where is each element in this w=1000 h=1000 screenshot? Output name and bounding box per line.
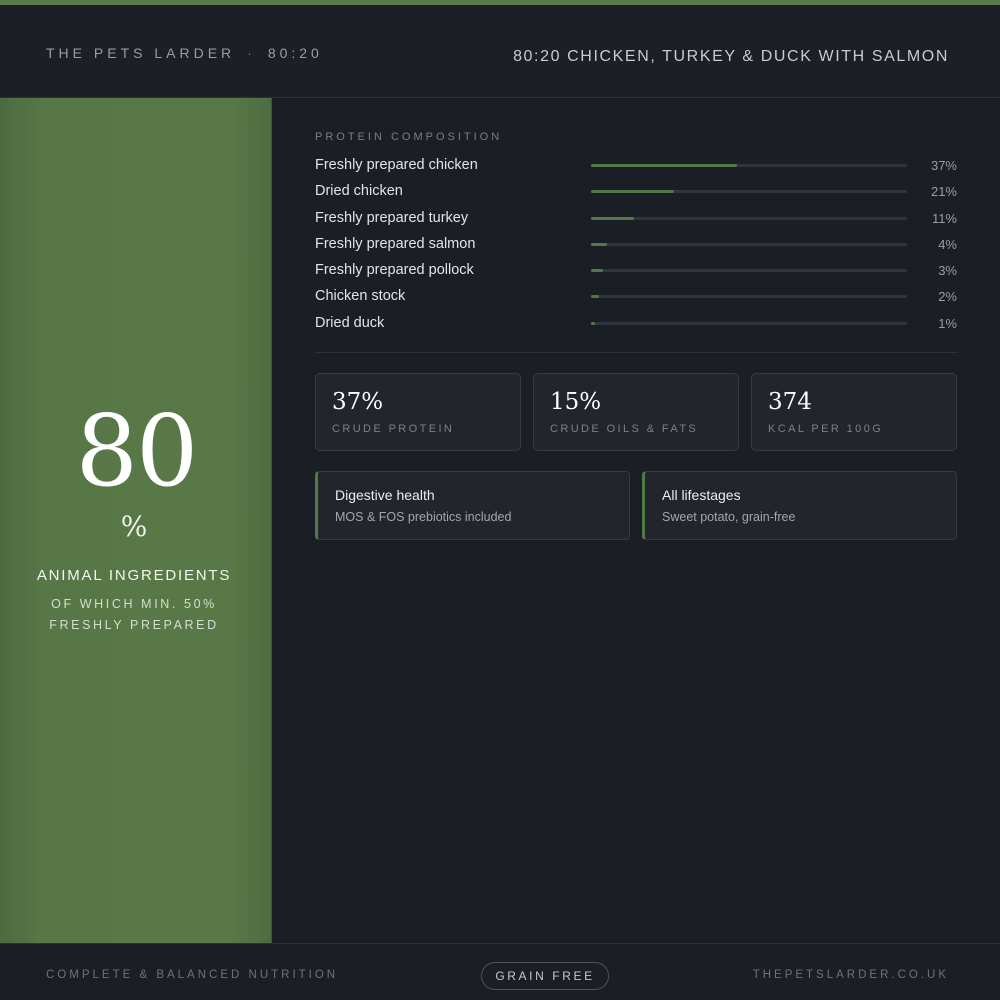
feature-card-lifestages: All lifestages Sweet potato, grain-free <box>642 471 957 540</box>
feature-subtitle: MOS & FOS prebiotics included <box>335 510 512 524</box>
composition-bar-track <box>591 190 907 194</box>
composition-row-percent: 21% <box>930 184 957 200</box>
composition-bar-track <box>591 164 907 167</box>
composition-row-percent: 3% <box>938 263 957 279</box>
composition-row: Dried duck 1% <box>315 311 958 337</box>
footer-tagline: COMPLETE & BALANCED NUTRITION <box>46 969 339 981</box>
feature-card-digestive: Digestive health MOS & FOS prebiotics in… <box>315 471 630 540</box>
stat-label: KCAL PER 100G <box>768 423 884 435</box>
hero-sublabel: OF WHICH MIN. 50% FRESHLY PREPARED <box>0 594 268 636</box>
hero-percent-sign: % <box>120 510 148 543</box>
stat-value: 374 <box>768 389 812 415</box>
composition-row-percent: 4% <box>938 236 957 252</box>
stat-card-protein: 37% CRUDE PROTEIN <box>315 373 521 451</box>
composition-row-percent: 11% <box>931 210 957 226</box>
stat-label: CRUDE OILS & FATS <box>550 423 699 435</box>
composition-bar-track <box>591 269 907 273</box>
hero-number: 80 <box>75 395 199 509</box>
composition-row-name: Freshly prepared pollock <box>315 262 474 279</box>
composition-bar-track <box>591 216 907 220</box>
composition-row: Freshly prepared turkey 11% <box>315 206 958 232</box>
composition-row-name: Freshly prepared turkey <box>315 209 469 226</box>
composition-row-percent: 2% <box>938 289 957 305</box>
product-title: 80:20 CHICKEN, TURKEY & DUCK WITH SALMON <box>513 48 949 65</box>
hero-sublabel-line-1: OF WHICH MIN. 50% <box>51 597 217 611</box>
composition-bar-track <box>591 321 907 325</box>
hero-panel: 80 % ANIMAL INGREDIENTS OF WHICH MIN. 50… <box>0 98 272 944</box>
stat-card-kcal: 374 KCAL PER 100G <box>751 373 957 451</box>
brand-separator: · <box>247 45 256 61</box>
footer-website-link[interactable]: THEPETSLARDER.CO.UK <box>753 969 949 981</box>
composition-row-name: Chicken stock <box>315 288 406 305</box>
composition-row: Chicken stock 2% <box>315 284 958 310</box>
composition-row: Freshly prepared salmon 4% <box>315 232 958 258</box>
composition-row: Freshly prepared pollock 3% <box>315 258 958 284</box>
brand: THE PETS LARDER · 80:20 <box>46 45 323 61</box>
composition-row-percent: 37% <box>930 158 957 173</box>
feature-subtitle: Sweet potato, grain-free <box>662 510 796 524</box>
composition-bar-track <box>591 295 907 299</box>
features-row: Digestive health MOS & FOS prebiotics in… <box>315 471 958 540</box>
composition-row-name: Dried chicken <box>315 183 403 200</box>
composition-bar-fill <box>591 321 595 325</box>
hero-label: ANIMAL INGREDIENTS <box>36 567 232 584</box>
composition-row: Dried chicken 21% <box>315 179 958 205</box>
composition-bar-fill <box>591 216 635 220</box>
header: THE PETS LARDER · 80:20 80:20 CHICKEN, TUR… <box>0 5 1000 98</box>
section-label: PROTEIN COMPOSITION <box>315 131 503 143</box>
stat-value: 15% <box>550 389 602 415</box>
brand-ratio: 80:20 <box>267 45 323 61</box>
stat-label: CRUDE PROTEIN <box>332 423 455 435</box>
stat-value: 37% <box>332 389 384 415</box>
composition-list: Freshly prepared chicken 37% Dried chick… <box>315 153 958 337</box>
stats-row: 37% CRUDE PROTEIN 15% CRUDE OILS & FATS … <box>315 373 958 451</box>
hero-sublabel-line-2: FRESHLY PREPARED <box>49 618 219 632</box>
composition-bar-fill <box>591 164 738 167</box>
composition-bar-fill <box>591 190 674 194</box>
composition-row-name: Dried duck <box>315 314 385 331</box>
composition-row-name: Freshly prepared salmon <box>315 235 476 252</box>
composition-bar-track <box>591 242 907 246</box>
composition-row-name: Freshly prepared chicken <box>315 157 478 173</box>
stat-card-fats: 15% CRUDE OILS & FATS <box>533 373 739 451</box>
composition-bar-fill <box>591 269 603 273</box>
grain-free-badge: GRAIN FREE <box>481 962 609 990</box>
composition-row-percent: 1% <box>938 315 957 331</box>
section-divider <box>315 352 958 353</box>
composition-row: Freshly prepared chicken 37% <box>315 153 958 179</box>
feature-title: All lifestages <box>662 487 741 503</box>
brand-name: THE PETS LARDER <box>46 45 236 61</box>
composition-bar-fill <box>591 295 599 299</box>
feature-title: Digestive health <box>335 487 435 503</box>
composition-bar-fill <box>591 242 607 246</box>
footer: COMPLETE & BALANCED NUTRITION GRAIN FREE… <box>0 943 1000 1000</box>
